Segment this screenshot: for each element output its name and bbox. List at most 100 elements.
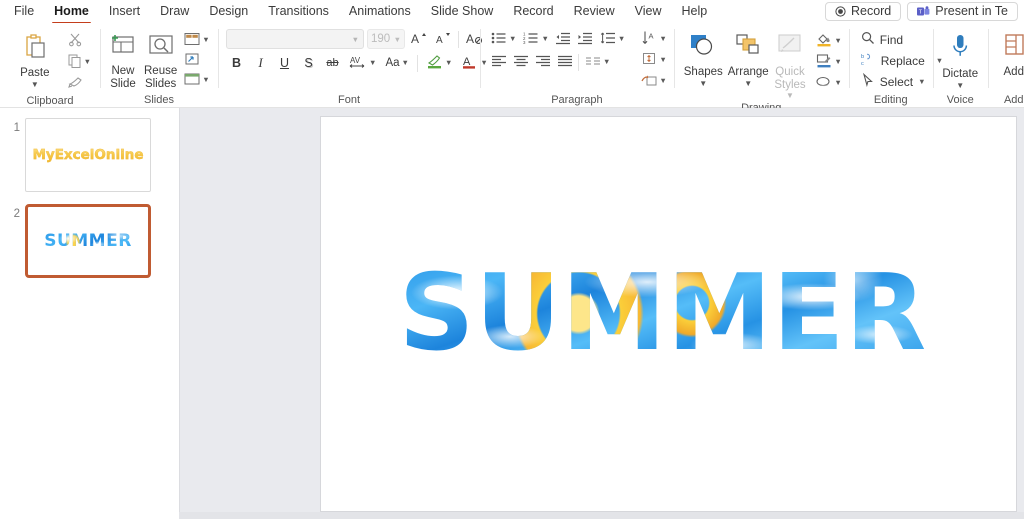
slide-thumbnail-pane[interactable]: 1 MyExcelOnline 2 SUMMER — [0, 108, 179, 519]
layout-chevron-down-icon[interactable]: ▼ — [202, 36, 209, 44]
reuse-slides-button[interactable]: Reuse Slides — [142, 28, 179, 90]
text-highlight-color-button[interactable]: ▼ — [423, 53, 455, 73]
shapes-chevron-down-icon[interactable]: ▼ — [699, 79, 707, 88]
shape-effects-chevron-down-icon[interactable]: ▼ — [834, 79, 841, 87]
shadow-label: S — [304, 56, 313, 70]
quick-styles-button-label: Quick Styles — [774, 66, 806, 91]
menu-tab-home[interactable]: Home — [44, 1, 99, 24]
menu-tab-record[interactable]: Record — [503, 1, 563, 22]
align-text-button[interactable]: ▼ — [638, 50, 669, 70]
powerpoint-window: File Home Insert Draw Design Transitions… — [0, 0, 1024, 519]
menu-tab-help[interactable]: Help — [671, 1, 717, 22]
font-size-input[interactable]: 190 ▼ — [367, 29, 405, 49]
columns-chevron-down-icon[interactable]: ▼ — [603, 58, 610, 66]
paste-button[interactable]: Paste ▼ — [8, 28, 62, 89]
increase-indent-button[interactable] — [575, 29, 596, 49]
slide-editing-surface[interactable]: SUMMER — [320, 116, 1017, 512]
slides-small-buttons: ▼ ▼ — [181, 28, 212, 90]
bullets-button[interactable]: ▼ — [488, 29, 519, 49]
dictate-button[interactable]: Dictate ▼ — [939, 29, 982, 90]
menu-tab-review[interactable]: Review — [564, 1, 625, 22]
quick-styles-button[interactable]: Quick Styles ▼ — [772, 29, 809, 100]
menu-tab-file[interactable]: File — [4, 1, 44, 22]
columns-button[interactable]: ▼ — [582, 52, 613, 72]
numbering-chevron-down-icon[interactable]: ▼ — [541, 35, 548, 43]
select-chevron-down-icon[interactable]: ▼ — [918, 78, 925, 86]
dictate-chevron-down-icon[interactable]: ▼ — [956, 81, 964, 90]
copy-button[interactable]: ▼ — [65, 52, 94, 72]
addins-button[interactable]: Add — [994, 29, 1024, 79]
select-button[interactable]: Select ▼ — [857, 72, 930, 91]
menu-tab-slide-show[interactable]: Slide Show — [421, 1, 504, 22]
strikethrough-button[interactable]: ab — [322, 53, 343, 73]
menu-tab-transitions[interactable]: Transitions — [258, 1, 339, 22]
align-right-button[interactable] — [532, 52, 553, 72]
bold-button[interactable]: B — [226, 53, 247, 73]
svg-text:b: b — [861, 54, 864, 60]
align-left-button[interactable] — [488, 52, 509, 72]
paste-chevron-down-icon[interactable]: ▼ — [31, 80, 39, 89]
font-name-chevron-down-icon[interactable]: ▼ — [352, 35, 359, 44]
menu-tab-insert[interactable]: Insert — [99, 1, 150, 22]
change-case-chevron-down-icon[interactable]: ▼ — [402, 59, 409, 67]
shape-fill-button[interactable]: ▼ — [813, 31, 844, 51]
shape-outline-chevron-down-icon[interactable]: ▼ — [834, 58, 841, 66]
align-center-icon — [513, 54, 529, 71]
menu-bar: File Home Insert Draw Design Transitions… — [0, 0, 1024, 24]
change-case-button[interactable]: Aa ▼ — [382, 53, 412, 73]
cut-button[interactable] — [65, 31, 86, 51]
text-direction-button[interactable]: A ▼ — [638, 29, 669, 49]
arrange-button[interactable]: Arrange ▼ — [726, 29, 771, 88]
format-painter-button[interactable] — [65, 73, 86, 93]
shape-fill-chevron-down-icon[interactable]: ▼ — [834, 37, 841, 45]
decrease-indent-button[interactable] — [553, 29, 574, 49]
slide-thumbnail-1[interactable]: MyExcelOnline — [25, 118, 151, 192]
menu-tab-view[interactable]: View — [625, 1, 672, 22]
shapes-button[interactable]: Shapes ▼ — [682, 29, 725, 88]
numbering-button[interactable]: 123 ▼ — [520, 29, 551, 49]
bullets-chevron-down-icon[interactable]: ▼ — [509, 35, 516, 43]
increase-font-size-button[interactable]: A — [408, 29, 429, 49]
text-direction-chevron-down-icon[interactable]: ▼ — [659, 35, 666, 43]
wordart-textbox[interactable]: SUMMER — [363, 258, 963, 368]
menu-tab-animations[interactable]: Animations — [339, 1, 421, 22]
clipboard-group-label: Clipboard — [26, 95, 74, 107]
font-name-input[interactable]: ▼ — [226, 29, 364, 49]
find-button[interactable]: Find — [857, 30, 907, 49]
reset-button[interactable] — [181, 50, 202, 70]
convert-to-smartart-button[interactable]: ▼ — [638, 71, 669, 91]
menu-tab-design[interactable]: Design — [199, 1, 258, 22]
section-chevron-down-icon[interactable]: ▼ — [202, 76, 209, 84]
underline-button[interactable]: U — [274, 53, 295, 73]
line-spacing-chevron-down-icon[interactable]: ▼ — [618, 35, 625, 43]
present-in-teams-button[interactable]: T Present in Te — [907, 2, 1018, 21]
section-button[interactable]: ▼ — [181, 70, 212, 90]
record-button[interactable]: Record — [824, 2, 902, 21]
text-highlight-chevron-down-icon[interactable]: ▼ — [445, 59, 452, 67]
thumbnail-number: 2 — [13, 208, 20, 220]
new-slide-button[interactable]: New Slide — [106, 28, 140, 90]
new-slide-button-label: New Slide — [110, 65, 136, 90]
align-center-button[interactable] — [510, 52, 531, 72]
smartart-chevron-down-icon[interactable]: ▼ — [659, 77, 666, 85]
italic-button[interactable]: I — [250, 53, 271, 73]
menu-tab-draw[interactable]: Draw — [150, 1, 199, 22]
font-size-chevron-down-icon[interactable]: ▼ — [394, 35, 401, 44]
character-spacing-chevron-down-icon[interactable]: ▼ — [369, 59, 376, 67]
quick-styles-chevron-down-icon[interactable]: ▼ — [786, 92, 794, 100]
font-group-label: Font — [337, 94, 360, 106]
character-spacing-button[interactable]: AV ▼ — [346, 53, 379, 73]
arrange-chevron-down-icon[interactable]: ▼ — [744, 79, 752, 88]
shape-outline-button[interactable]: ▼ — [813, 52, 844, 72]
shape-effects-button[interactable]: ▼ — [813, 73, 844, 93]
slide-thumbnail-2[interactable]: SUMMER — [25, 204, 151, 278]
text-shadow-button[interactable]: S — [298, 53, 319, 73]
align-text-chevron-down-icon[interactable]: ▼ — [659, 56, 666, 64]
copy-chevron-down-icon[interactable]: ▼ — [84, 58, 91, 66]
justify-button[interactable] — [554, 52, 575, 72]
line-spacing-button[interactable]: ▼ — [597, 29, 628, 49]
layout-button[interactable]: ▼ — [181, 30, 212, 50]
cursor-arrow-icon — [861, 72, 875, 90]
decrease-font-size-button[interactable]: A — [432, 29, 453, 49]
svg-text:3: 3 — [523, 40, 526, 45]
